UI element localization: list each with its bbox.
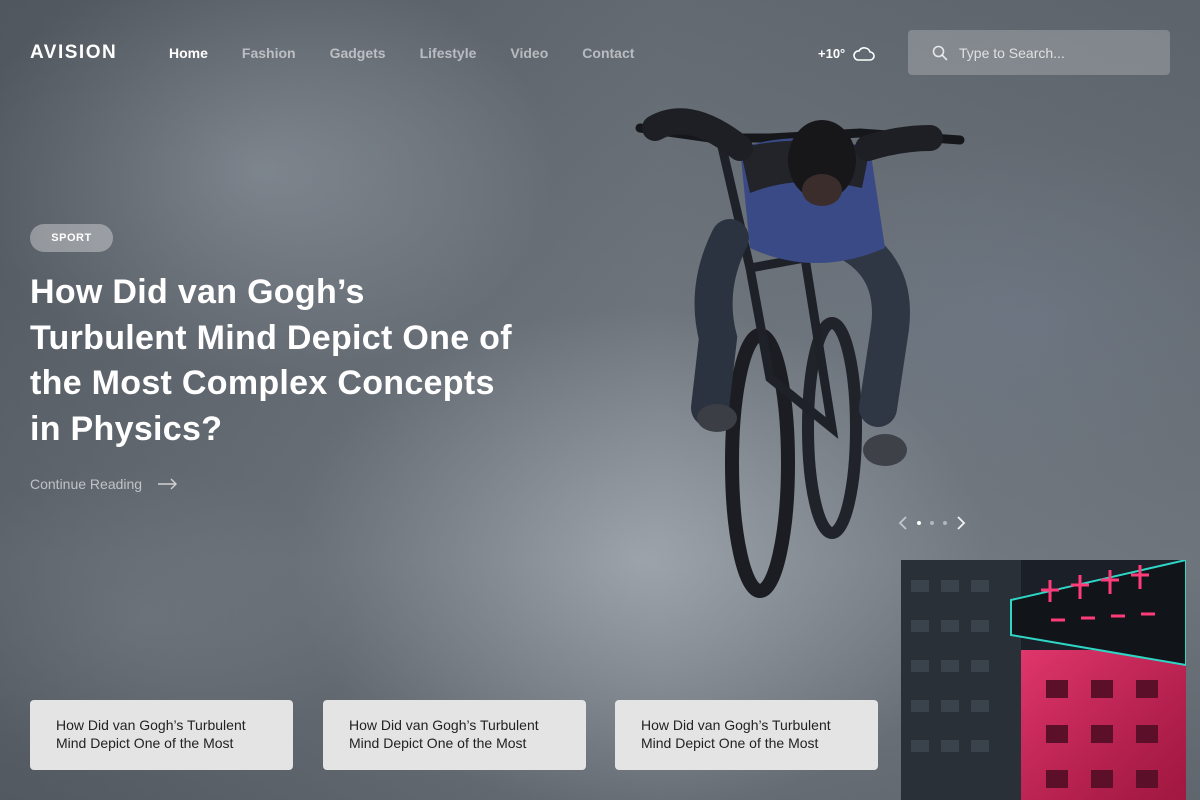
cloud-icon [853, 47, 876, 61]
chevron-left-icon[interactable] [898, 516, 908, 530]
article-thumbnail-image[interactable] [901, 560, 1186, 800]
arrow-right-icon [158, 478, 178, 490]
nav-gadgets[interactable]: Gadgets [330, 45, 386, 61]
chevron-right-icon[interactable] [956, 516, 966, 530]
search-input[interactable] [957, 43, 1161, 62]
slider-controls [898, 516, 966, 530]
search-icon [932, 45, 948, 60]
article-card[interactable]: How Did van Gogh’s Turbulent Mind Depict… [30, 700, 293, 770]
nav-video[interactable]: Video [510, 45, 548, 61]
weather-temperature: +10° [818, 45, 846, 61]
main-nav: Home Fashion Gadgets Lifestyle Video Con… [169, 45, 668, 61]
continue-reading-link[interactable]: Continue Reading [30, 476, 178, 492]
nav-lifestyle[interactable]: Lifestyle [420, 45, 477, 61]
nav-home[interactable]: Home [169, 45, 208, 61]
nav-fashion[interactable]: Fashion [242, 45, 296, 61]
article-card-title: How Did van Gogh’s Turbulent Mind Depict… [56, 717, 246, 751]
continue-reading-label: Continue Reading [30, 476, 143, 492]
nav-contact[interactable]: Contact [582, 45, 634, 61]
hero-title[interactable]: How Did van Gogh’s Turbulent Mind Depict… [30, 270, 530, 452]
neon-building-image [901, 560, 1186, 800]
site-logo[interactable]: AVISION [30, 42, 117, 64]
article-card-title: How Did van Gogh’s Turbulent Mind Depict… [349, 717, 539, 751]
search-box[interactable] [908, 30, 1170, 75]
article-card[interactable]: How Did van Gogh’s Turbulent Mind Depict… [323, 700, 586, 770]
slider-dot[interactable] [917, 521, 921, 525]
slider-dot[interactable] [943, 521, 947, 525]
weather-widget: +10° [818, 45, 876, 61]
slider-dot[interactable] [930, 521, 934, 525]
category-badge[interactable]: SPORT [30, 224, 113, 252]
article-card-title: How Did van Gogh’s Turbulent Mind Depict… [641, 717, 831, 751]
article-card[interactable]: How Did van Gogh’s Turbulent Mind Depict… [615, 700, 878, 770]
